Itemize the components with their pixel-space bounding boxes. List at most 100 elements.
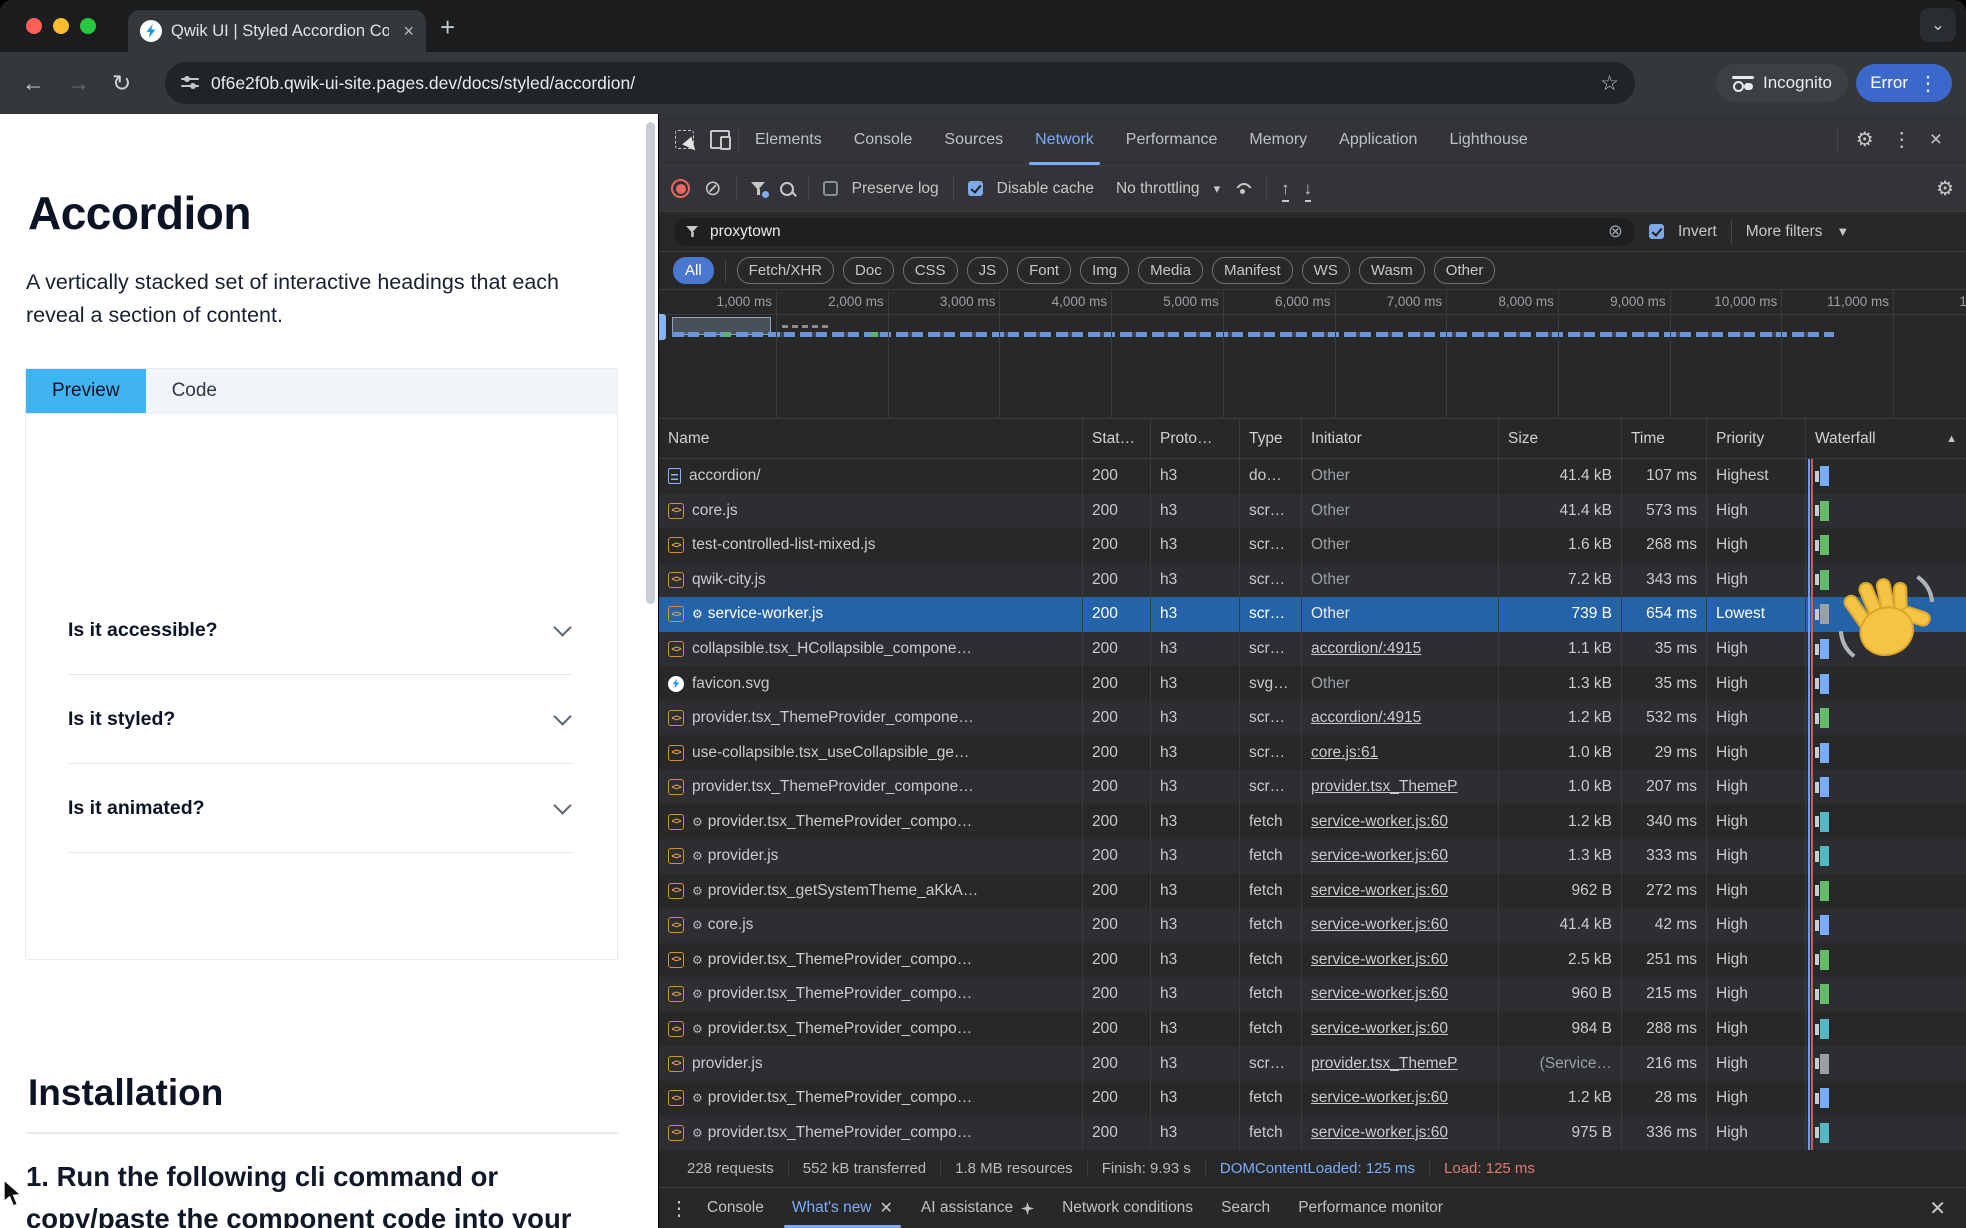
network-request-row[interactable]: <> core.js 200 h3 scr… Other 41.4 kB 573…	[659, 494, 1966, 529]
accordion-trigger[interactable]: Is it styled?	[68, 675, 573, 764]
type-chip-fetchxhr[interactable]: Fetch/XHR	[737, 257, 834, 284]
column-header-type[interactable]: Type	[1240, 419, 1302, 458]
drawer-menu-icon[interactable]: ⋮	[669, 1196, 689, 1221]
preserve-log-checkbox[interactable]	[823, 181, 838, 196]
devtools-tab-lighthouse[interactable]: Lighthouse	[1433, 114, 1543, 165]
drawer-tab-aiassistance[interactable]: AI assistance	[907, 1188, 1048, 1228]
more-filters-button[interactable]: More filters	[1746, 223, 1823, 241]
network-request-row[interactable]: <> qwik-city.js 200 h3 scr… Other 7.2 kB…	[659, 563, 1966, 598]
initiator-link[interactable]: service-worker.js:60	[1311, 847, 1448, 865]
column-header-size[interactable]: Size	[1499, 419, 1622, 458]
column-header-priority[interactable]: Priority	[1707, 419, 1806, 458]
filter-input[interactable]: proxytown ⊗	[673, 218, 1635, 246]
type-chip-css[interactable]: CSS	[903, 257, 958, 284]
accordion-trigger[interactable]: Is it accessible?	[68, 586, 573, 675]
initiator-link[interactable]: provider.tsx_ThemeP	[1311, 778, 1457, 796]
type-chip-img[interactable]: Img	[1080, 257, 1129, 284]
column-header-stat[interactable]: Stat…	[1083, 419, 1151, 458]
devtools-tab-application[interactable]: Application	[1323, 114, 1433, 165]
network-request-row[interactable]: <> ⚙ service-worker.js 200 h3 scr… Other…	[659, 597, 1966, 632]
devtools-tab-sources[interactable]: Sources	[928, 114, 1019, 165]
initiator-link[interactable]: accordion/:4915	[1311, 709, 1421, 727]
network-request-row[interactable]: accordion/ 200 h3 do… Other 41.4 kB 107 …	[659, 459, 1966, 494]
site-info-icon[interactable]	[181, 76, 199, 90]
clear-filter-icon[interactable]: ⊗	[1608, 221, 1623, 242]
inspect-element-icon[interactable]	[675, 130, 694, 149]
import-har-icon[interactable]: ↑	[1281, 179, 1290, 199]
network-conditions-icon[interactable]	[1234, 183, 1252, 195]
initiator-link[interactable]: provider.tsx_ThemeP	[1311, 1055, 1457, 1073]
initiator-link[interactable]: service-worker.js:60	[1311, 916, 1448, 934]
initiator-link[interactable]: service-worker.js:60	[1311, 1089, 1448, 1107]
back-button[interactable]: ←	[22, 70, 45, 97]
initiator-link[interactable]: service-worker.js:60	[1311, 951, 1448, 969]
tab-code[interactable]: Code	[146, 369, 243, 413]
type-chip-doc[interactable]: Doc	[843, 257, 894, 284]
devtools-tab-network[interactable]: Network	[1019, 114, 1110, 165]
column-header-proto[interactable]: Proto…	[1151, 419, 1240, 458]
drawer-tab-close-icon[interactable]: ✕	[880, 1198, 893, 1218]
network-request-row[interactable]: <> ⚙ provider.tsx_ThemeProvider_compo… 2…	[659, 943, 1966, 978]
filter-toggle-icon[interactable]	[751, 182, 766, 195]
devtools-menu-icon[interactable]: ⋮	[1892, 127, 1912, 152]
drawer-tab-whatsnew[interactable]: What's new✕	[778, 1188, 907, 1228]
initiator-link[interactable]: service-worker.js:60	[1311, 882, 1448, 900]
export-har-icon[interactable]: ↓	[1304, 179, 1313, 199]
initiator-link[interactable]: service-worker.js:60	[1311, 1124, 1448, 1142]
drawer-tab-search[interactable]: Search	[1207, 1188, 1284, 1228]
network-settings-icon[interactable]: ⚙	[1936, 176, 1954, 201]
devtools-close-icon[interactable]: ×	[1930, 128, 1942, 152]
invert-checkbox[interactable]	[1649, 224, 1664, 239]
type-chip-js[interactable]: JS	[967, 257, 1009, 284]
close-window-button[interactable]	[26, 18, 42, 34]
devtools-tab-memory[interactable]: Memory	[1233, 114, 1323, 165]
network-request-row[interactable]: favicon.svg 200 h3 svg… Other 1.3 kB 35 …	[659, 666, 1966, 701]
drawer-tab-performancemonitor[interactable]: Performance monitor	[1284, 1188, 1457, 1228]
tab-preview[interactable]: Preview	[26, 369, 146, 413]
address-bar[interactable]: 0f6e2f0b.qwik-ui-site.pages.dev/docs/sty…	[165, 62, 1635, 104]
network-request-row[interactable]: <> provider.js 200 h3 scr… provider.tsx_…	[659, 1046, 1966, 1081]
disable-cache-checkbox[interactable]	[968, 181, 983, 196]
network-request-row[interactable]: <> use-collapsible.tsx_useCollapsible_ge…	[659, 735, 1966, 770]
new-tab-button[interactable]: +	[440, 14, 455, 40]
network-request-row[interactable]: <> ⚙ provider.tsx_ThemeProvider_compo… 2…	[659, 1081, 1966, 1116]
column-header-name[interactable]: Name	[659, 419, 1083, 458]
devtools-tab-console[interactable]: Console	[838, 114, 929, 165]
tab-search-button[interactable]: ⌄	[1920, 8, 1956, 42]
throttling-select[interactable]: No throttling	[1116, 180, 1200, 198]
forward-button[interactable]: →	[67, 70, 90, 97]
initiator-link[interactable]: service-worker.js:60	[1311, 985, 1448, 1003]
devtools-tab-elements[interactable]: Elements	[739, 114, 838, 165]
column-header-initiator[interactable]: Initiator	[1302, 419, 1499, 458]
drawer-tab-networkconditions[interactable]: Network conditions	[1048, 1188, 1207, 1228]
drawer-close-icon[interactable]: ✕	[1929, 1196, 1956, 1221]
clear-network-log-icon[interactable]: ⊘	[704, 180, 722, 198]
record-network-log-button[interactable]	[671, 179, 690, 198]
network-request-row[interactable]: <> ⚙ provider.js 200 h3 fetch service-wo…	[659, 839, 1966, 874]
network-search-icon[interactable]	[780, 182, 794, 196]
network-request-row[interactable]: <> ⚙ provider.tsx_ThemeProvider_compo… 2…	[659, 1115, 1966, 1150]
drawer-tab-console[interactable]: Console	[693, 1188, 778, 1228]
network-request-row[interactable]: <> ⚙ provider.tsx_getSystemTheme_aKkA… 2…	[659, 874, 1966, 909]
browser-menu-error-button[interactable]: Error ⋮	[1856, 64, 1952, 102]
device-toolbar-icon[interactable]	[710, 130, 730, 149]
bookmark-star-icon[interactable]: ☆	[1600, 71, 1619, 96]
network-request-row[interactable]: <> ⚙ core.js 200 h3 fetch service-worker…	[659, 908, 1966, 943]
type-chip-other[interactable]: Other	[1434, 257, 1496, 284]
devtools-settings-icon[interactable]: ⚙	[1856, 127, 1874, 152]
devtools-tab-performance[interactable]: Performance	[1110, 114, 1234, 165]
initiator-link[interactable]: service-worker.js:60	[1311, 813, 1448, 831]
type-chip-font[interactable]: Font	[1017, 257, 1071, 284]
network-request-row[interactable]: <> ⚙ provider.tsx_ThemeProvider_compo… 2…	[659, 804, 1966, 839]
minimize-window-button[interactable]	[53, 18, 69, 34]
initiator-link[interactable]: accordion/:4915	[1311, 640, 1421, 658]
network-request-row[interactable]: <> collapsible.tsx_HCollapsible_compone……	[659, 632, 1966, 667]
browser-tab[interactable]: Qwik UI | Styled Accordion Co ×	[128, 10, 426, 52]
timeline-selection-handle[interactable]	[659, 314, 666, 340]
column-header-time[interactable]: Time	[1622, 419, 1707, 458]
accordion-trigger[interactable]: Is it animated?	[68, 764, 573, 853]
type-chip-media[interactable]: Media	[1138, 257, 1203, 284]
zoom-window-button[interactable]	[80, 18, 96, 34]
page-scrollbar[interactable]	[646, 122, 655, 604]
type-chip-ws[interactable]: WS	[1302, 257, 1350, 284]
